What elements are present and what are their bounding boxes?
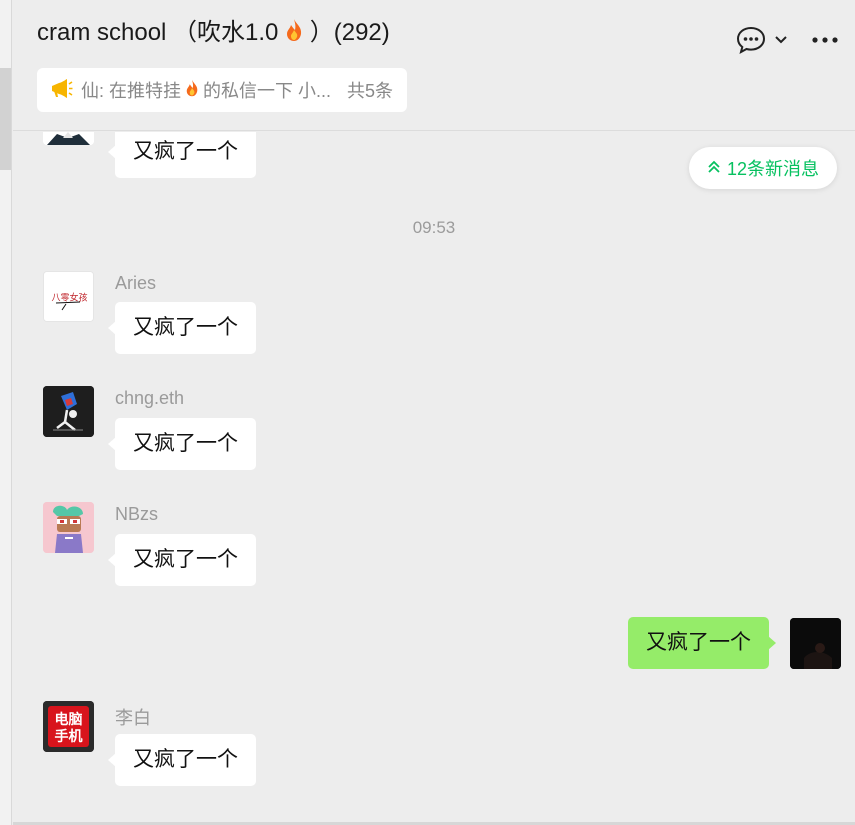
- chat-title-suffix: ）(292): [309, 19, 390, 46]
- avatar-li-bai-line1: 电脑: [55, 711, 83, 728]
- new-messages-label: 12条新消息: [726, 159, 819, 179]
- sender-name: 李白: [115, 708, 151, 728]
- chat-bubble-icon[interactable]: [735, 24, 767, 56]
- message-bubble[interactable]: 又疯了一个: [108, 302, 256, 354]
- chat-title: cram school （吹水1.0 ）(292): [37, 12, 390, 49]
- sender-name: Aries: [115, 273, 157, 293]
- message-bubble[interactable]: 又疯了一个: [108, 418, 256, 470]
- avatar[interactable]: [43, 132, 94, 145]
- avatar-li-bai-line2: 手机: [55, 728, 83, 745]
- chevron-down-icon[interactable]: [767, 24, 795, 56]
- avatar-nbzs[interactable]: [43, 502, 94, 553]
- new-messages-button[interactable]: 12条新消息: [688, 147, 837, 189]
- message-bubble[interactable]: 又疯了一个: [108, 132, 256, 178]
- pinned-text-suffix: 的私信一下 小...: [203, 81, 332, 101]
- avatar-li-bai[interactable]: 电脑 手机: [43, 701, 94, 752]
- pinned-text-prefix: 仙: 在推特挂: [81, 81, 182, 101]
- announcement-icon: [49, 77, 73, 104]
- fire-emoji-icon: [285, 18, 303, 49]
- chat-title-prefix: cram school （吹水1.0: [37, 19, 279, 46]
- chat-header: cram school （吹水1.0 ）(292) 仙: 在推特挂 的私信一下 …: [13, 0, 855, 131]
- chat-window: cram school （吹水1.0 ）(292) 仙: 在推特挂 的私信一下 …: [13, 0, 855, 825]
- avatar-aries-text: 八零女孩: [51, 292, 87, 304]
- pinned-count: 共5条: [347, 81, 394, 101]
- fire-emoji-icon: [185, 79, 199, 102]
- double-chevron-up-icon: [707, 158, 721, 179]
- my-message-bubble[interactable]: 又疯了一个: [628, 617, 776, 669]
- header-actions: [735, 24, 841, 56]
- left-sidebar-edge: [0, 0, 12, 825]
- message-bubble[interactable]: 又疯了一个: [108, 734, 256, 786]
- message-bubble[interactable]: 又疯了一个: [108, 534, 256, 586]
- avatar-self[interactable]: [790, 618, 841, 669]
- more-dots-icon[interactable]: [809, 24, 841, 56]
- message-list[interactable]: 又疯了一个 12条新消息 09:53 八零女孩 Aries 又疯了一个 chng…: [13, 132, 855, 825]
- sender-name: NBzs: [115, 504, 159, 524]
- avatar-aries[interactable]: 八零女孩: [43, 271, 94, 322]
- message-timestamp: 09:53: [412, 218, 456, 237]
- sender-name: chng.eth: [115, 388, 185, 408]
- pinned-announcement-bar[interactable]: 仙: 在推特挂 的私信一下 小... 共5条: [37, 68, 408, 112]
- sidebar-scrollbar[interactable]: [0, 68, 11, 170]
- avatar-chng-eth[interactable]: [43, 386, 94, 437]
